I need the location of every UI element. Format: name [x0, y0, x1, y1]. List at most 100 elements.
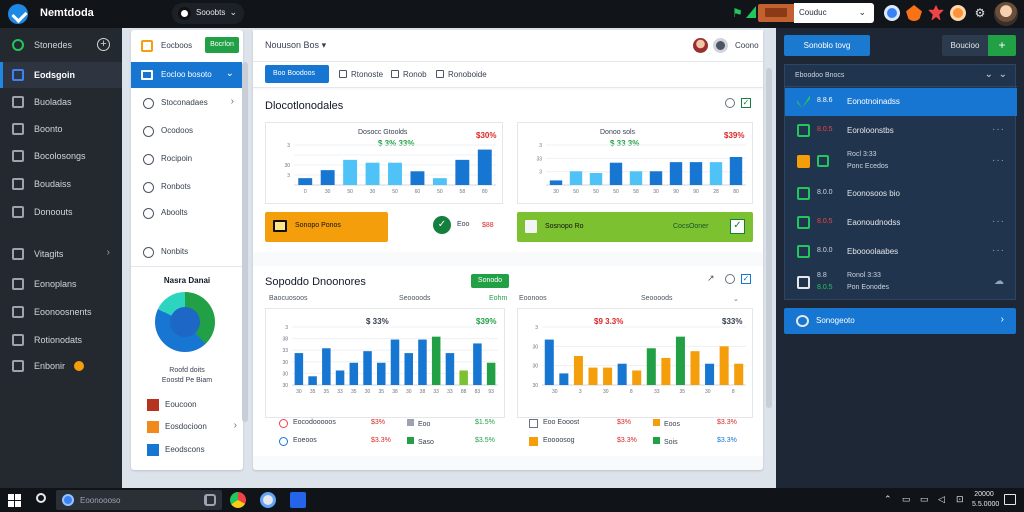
- add-button[interactable]: +: [988, 35, 1016, 56]
- chart-bar[interactable]: [349, 362, 359, 385]
- account-select[interactable]: Couduc ⌄: [794, 3, 874, 23]
- kpi-card-orange[interactable]: Sonopo Ponos: [265, 212, 388, 242]
- chart-bar[interactable]: [603, 367, 613, 385]
- secondary-button[interactable]: Boucioo: [942, 35, 988, 56]
- save-icon[interactable]: [290, 492, 306, 508]
- sidebar-item-settings[interactable]: Vitagits ›: [0, 241, 122, 267]
- list-item[interactable]: Rocl 3:33 Ponc Ecedos ···: [785, 145, 1017, 179]
- expand-icon[interactable]: ↗: [707, 274, 717, 284]
- chart-bar[interactable]: [573, 356, 583, 385]
- account-color-button[interactable]: [758, 4, 794, 22]
- chart-bar[interactable]: [322, 348, 331, 385]
- chart-bar[interactable]: [377, 362, 386, 385]
- app-icon[interactable]: [260, 492, 276, 508]
- legend-item[interactable]: Eoucoon: [147, 398, 237, 412]
- chart-bar[interactable]: [588, 367, 598, 385]
- more-icon[interactable]: ···: [992, 216, 1005, 227]
- sidebar-item-layers[interactable]: Buoladas: [0, 89, 122, 115]
- list-item[interactable]: 8.0.5 Eoroloonstbs ···: [785, 117, 1017, 145]
- chart-bar[interactable]: [473, 343, 482, 385]
- sidebar-item-documents[interactable]: Bocolosongs: [0, 143, 122, 169]
- nav-item[interactable]: Nonbits: [131, 241, 242, 263]
- legend-item[interactable]: Eeodscons: [147, 443, 237, 457]
- avatar[interactable]: [994, 2, 1018, 26]
- sidebar-item-home[interactable]: Stonedes +: [0, 32, 122, 58]
- chart-bar[interactable]: [589, 173, 603, 185]
- chart-bar[interactable]: [729, 157, 743, 185]
- chart-bar[interactable]: [646, 348, 656, 385]
- search-icon[interactable]: [36, 493, 46, 503]
- chart-bar[interactable]: [477, 149, 492, 185]
- more-icon[interactable]: ···: [992, 124, 1005, 135]
- list-item[interactable]: 8.0.0 Eboooolaabes ···: [785, 238, 1017, 266]
- chart-bar[interactable]: [719, 346, 729, 385]
- more-icon[interactable]: ···: [992, 155, 1005, 166]
- chart-bar[interactable]: [661, 357, 671, 385]
- more-icon[interactable]: ···: [992, 245, 1005, 256]
- content-scrollbar[interactable]: [766, 68, 772, 408]
- chart-bar[interactable]: [632, 370, 642, 386]
- chart-bar[interactable]: [432, 178, 447, 185]
- app-logo-icon[interactable]: [8, 4, 28, 24]
- chart-bar[interactable]: [455, 159, 470, 185]
- sidebar-item-charts[interactable]: Donoouts: [0, 199, 122, 225]
- sidebar-item-user[interactable]: Enbonir: [0, 353, 122, 379]
- primary-button[interactable]: Sonoblo tovg: [784, 35, 870, 56]
- sidebar-item-briefcase[interactable]: Boonto: [0, 116, 122, 142]
- cloud-icon[interactable]: ☁: [994, 276, 1005, 287]
- chart-bar[interactable]: [418, 339, 427, 385]
- chrome-icon[interactable]: [230, 492, 246, 508]
- chart-bar[interactable]: [569, 171, 583, 185]
- avatar[interactable]: [713, 38, 728, 53]
- chart-bar[interactable]: [308, 376, 317, 385]
- task-view-icon[interactable]: [204, 494, 216, 506]
- kpi-card-green[interactable]: Sosnopo Ro CocsOoner ✓: [517, 212, 753, 242]
- chart-bar[interactable]: [705, 363, 715, 385]
- chart-bar[interactable]: [445, 353, 455, 385]
- nav-item[interactable]: Aboolts: [131, 202, 242, 224]
- list-item[interactable]: 8.8.6 Eonotnoinadss: [785, 88, 1017, 116]
- nav-item[interactable]: Ronbots: [131, 176, 242, 198]
- refresh-icon[interactable]: [725, 274, 735, 284]
- chart-bar[interactable]: [404, 353, 413, 385]
- chart-bar[interactable]: [294, 353, 304, 385]
- nav-action-button[interactable]: Bocrlon: [205, 37, 239, 53]
- list-item[interactable]: 8.0.0 Eoonosoos bio: [785, 180, 1017, 208]
- notification-center-icon[interactable]: [1004, 494, 1016, 505]
- clock[interactable]: 20000 5.5.0000: [972, 490, 999, 510]
- chart-bar[interactable]: [609, 162, 623, 185]
- list-item[interactable]: 8.8 8.0.5 Ronol 3:33 Pon Eonodes ☁: [785, 267, 1017, 299]
- globe-icon[interactable]: [884, 5, 900, 21]
- avatar[interactable]: [693, 38, 708, 53]
- footer-action[interactable]: Sonogeoto ›: [784, 308, 1016, 334]
- chart-bar[interactable]: [459, 370, 468, 386]
- add-icon[interactable]: +: [97, 38, 110, 51]
- star-icon[interactable]: [928, 5, 944, 21]
- taskbar-search[interactable]: Eoonoooso: [56, 490, 222, 510]
- nav-item-active[interactable]: Eocloo bosoto ⌄: [131, 62, 242, 88]
- tab[interactable]: Rtonoste: [339, 70, 383, 79]
- chart-bar[interactable]: [709, 162, 723, 185]
- chart-bar[interactable]: [549, 180, 563, 185]
- chart-bar[interactable]: [689, 162, 703, 185]
- settings-icon[interactable]: ⚙: [972, 5, 988, 21]
- chart-bar[interactable]: [410, 171, 425, 185]
- tab-active[interactable]: Boo Boodoos: [265, 65, 329, 83]
- checkbox-icon[interactable]: ✓: [730, 219, 745, 234]
- chart-bar[interactable]: [431, 336, 441, 385]
- chart-bar[interactable]: [669, 162, 683, 185]
- chart-bar[interactable]: [390, 339, 400, 385]
- message-icon[interactable]: ▭: [920, 494, 929, 505]
- nav-item[interactable]: Ocodoos: [131, 120, 242, 142]
- refresh-icon[interactable]: [725, 98, 735, 108]
- panel-tag-button[interactable]: Sonodo: [471, 274, 509, 288]
- sidebar-item-folders[interactable]: Eoonoosnents: [0, 299, 122, 325]
- notification-icon[interactable]: [950, 5, 966, 21]
- chart-bar[interactable]: [335, 370, 345, 386]
- list-item[interactable]: 8.0.5 Eaonoudnodss ···: [785, 209, 1017, 237]
- chart-bar[interactable]: [486, 362, 496, 385]
- sidebar-item-calendar[interactable]: Eonoplans: [0, 271, 122, 297]
- network-icon[interactable]: ▭: [902, 494, 911, 505]
- content-title-dropdown[interactable]: Nouuson Bos ▾: [265, 40, 326, 51]
- tab[interactable]: Ronoboide: [436, 70, 487, 79]
